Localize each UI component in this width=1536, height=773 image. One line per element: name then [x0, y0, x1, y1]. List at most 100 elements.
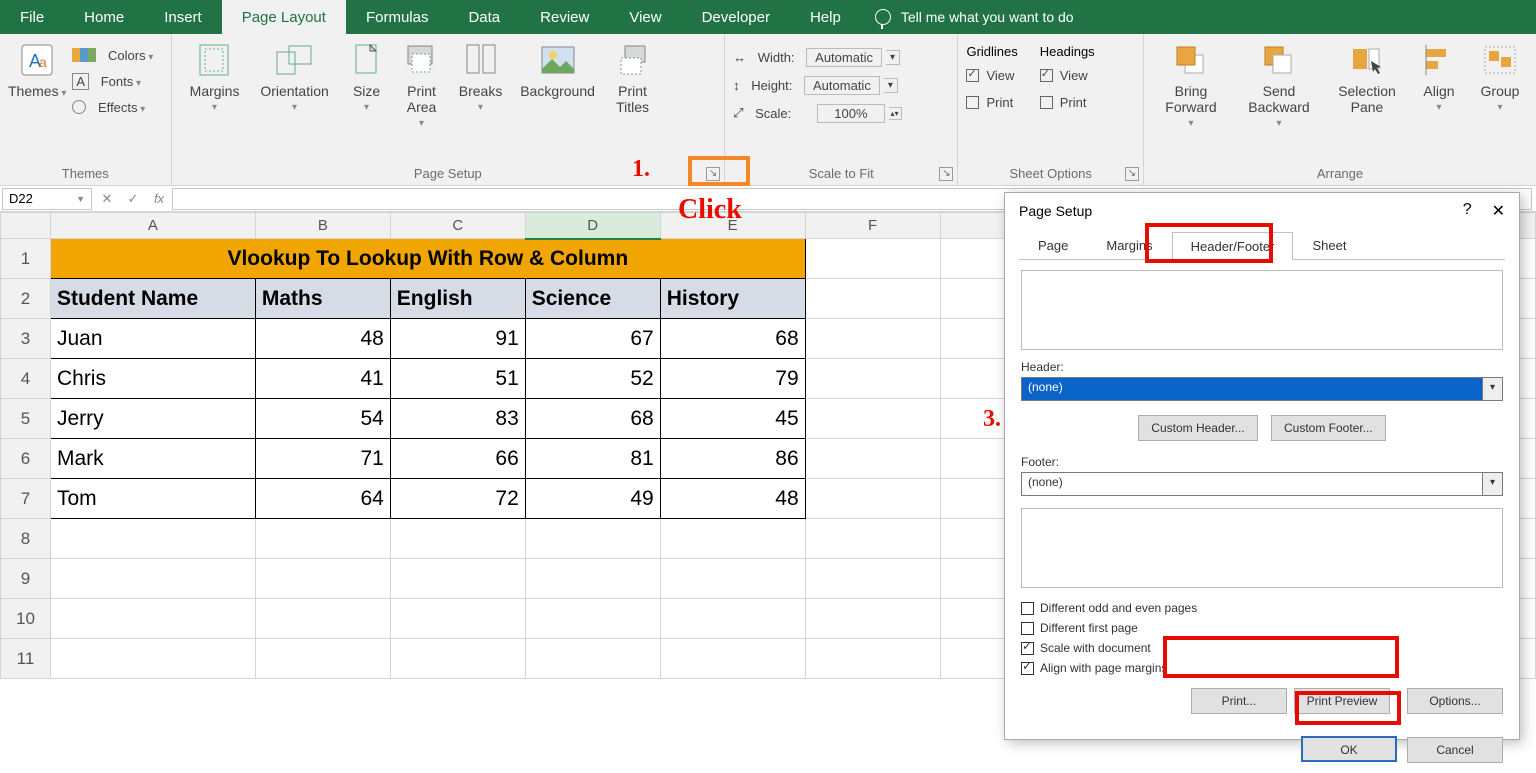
selection-pane-button[interactable]: Selection Pane	[1328, 40, 1406, 115]
row-header-11[interactable]: 11	[1, 639, 51, 679]
margins-button[interactable]: Margins	[180, 40, 250, 113]
cell-D5[interactable]: 68	[525, 399, 660, 439]
cell-C7[interactable]: 72	[390, 479, 525, 519]
cell-D6[interactable]: 81	[525, 439, 660, 479]
col-header-C[interactable]: C	[390, 213, 525, 239]
footer-combo[interactable]: (none) ▾	[1021, 472, 1503, 496]
dialog-help-icon[interactable]: ?	[1463, 201, 1472, 221]
gridlines-view-checkbox[interactable]: View	[966, 64, 1017, 86]
menu-developer[interactable]: Developer	[682, 0, 790, 34]
menu-page-layout[interactable]: Page Layout	[222, 0, 346, 34]
row-header-6[interactable]: 6	[1, 439, 51, 479]
cell-E5[interactable]: 45	[660, 399, 805, 439]
col-header-B[interactable]: B	[255, 213, 390, 239]
headings-print-checkbox[interactable]: Print	[1040, 91, 1095, 113]
col-header-D[interactable]: D	[525, 213, 660, 239]
print-button[interactable]: Print...	[1191, 688, 1287, 714]
hdr-student-name[interactable]: Student Name	[50, 279, 255, 319]
menu-data[interactable]: Data	[448, 0, 520, 34]
cancel-button[interactable]: Cancel	[1407, 737, 1503, 763]
cell-A6[interactable]: Mark	[50, 439, 255, 479]
hdr-history[interactable]: History	[660, 279, 805, 319]
print-titles-button[interactable]: Print Titles	[604, 40, 662, 115]
menu-view[interactable]: View	[609, 0, 681, 34]
title-cell[interactable]: Vlookup To Lookup With Row & Column	[50, 239, 805, 279]
background-button[interactable]: Background	[512, 40, 604, 99]
gridlines-print-checkbox[interactable]: Print	[966, 91, 1017, 113]
footer-combo-dropdown[interactable]: ▾	[1483, 472, 1503, 496]
cell-D7[interactable]: 49	[525, 479, 660, 519]
menu-home[interactable]: Home	[64, 0, 144, 34]
custom-header-button[interactable]: Custom Header...	[1138, 415, 1257, 441]
width-value[interactable]: Automatic	[806, 48, 882, 67]
cell-B4[interactable]: 41	[255, 359, 390, 399]
row-header-5[interactable]: 5	[1, 399, 51, 439]
cell-C6[interactable]: 66	[390, 439, 525, 479]
cell-E3[interactable]: 68	[660, 319, 805, 359]
themes-button[interactable]: Aa Themes	[8, 40, 66, 99]
scale-launcher[interactable]: ↘	[939, 167, 953, 181]
cell-B6[interactable]: 71	[255, 439, 390, 479]
headings-view-checkbox[interactable]: View	[1040, 64, 1095, 86]
cell-C5[interactable]: 83	[390, 399, 525, 439]
hdr-science[interactable]: Science	[525, 279, 660, 319]
cell-E6[interactable]: 86	[660, 439, 805, 479]
ok-button[interactable]: OK	[1301, 736, 1397, 762]
cell-E7[interactable]: 48	[660, 479, 805, 519]
height-value[interactable]: Automatic	[804, 76, 880, 95]
tab-sheet[interactable]: Sheet	[1293, 231, 1365, 259]
cell-A4[interactable]: Chris	[50, 359, 255, 399]
row-header-4[interactable]: 4	[1, 359, 51, 399]
scale-value[interactable]: 100%	[817, 104, 884, 123]
header-combo[interactable]: (none) ▾	[1021, 377, 1503, 401]
row-header-8[interactable]: 8	[1, 519, 51, 559]
header-combo-dropdown[interactable]: ▾	[1483, 377, 1503, 401]
scale-spinner[interactable]: ▴▾	[889, 107, 902, 120]
colors-button[interactable]: Colors	[72, 44, 153, 66]
cancel-icon[interactable]: ✕	[94, 191, 120, 207]
menu-review[interactable]: Review	[520, 0, 609, 34]
orientation-button[interactable]: Orientation	[250, 40, 340, 113]
tab-margins[interactable]: Margins	[1087, 231, 1171, 259]
cb-diff-odd-even[interactable]: Different odd and even pages	[1021, 598, 1503, 618]
name-box[interactable]: D22▼	[2, 188, 92, 210]
fonts-button[interactable]: A Fonts	[72, 70, 153, 92]
cb-scale-doc[interactable]: Scale with document	[1021, 638, 1503, 658]
cell-C4[interactable]: 51	[390, 359, 525, 399]
cell-B5[interactable]: 54	[255, 399, 390, 439]
page-setup-launcher[interactable]: ↘	[706, 167, 720, 181]
cell-B3[interactable]: 48	[255, 319, 390, 359]
cell-D4[interactable]: 52	[525, 359, 660, 399]
effects-button[interactable]: Effects	[72, 96, 153, 118]
cell-D3[interactable]: 67	[525, 319, 660, 359]
select-all-corner[interactable]	[1, 213, 51, 239]
row-header-1[interactable]: 1	[1, 239, 51, 279]
breaks-button[interactable]: Breaks	[450, 40, 512, 113]
bring-forward-button[interactable]: Bring Forward	[1152, 40, 1230, 129]
cb-align-margins[interactable]: Align with page margins	[1021, 658, 1503, 678]
fx-icon[interactable]: fx	[146, 191, 172, 206]
tab-page[interactable]: Page	[1019, 231, 1087, 259]
tell-me-search[interactable]: Tell me what you want to do	[861, 0, 1088, 34]
col-header-A[interactable]: A	[50, 213, 255, 239]
cell-A7[interactable]: Tom	[50, 479, 255, 519]
menu-insert[interactable]: Insert	[144, 0, 222, 34]
menu-help[interactable]: Help	[790, 0, 861, 34]
cell-E4[interactable]: 79	[660, 359, 805, 399]
row-header-9[interactable]: 9	[1, 559, 51, 599]
cell-C3[interactable]: 91	[390, 319, 525, 359]
print-preview-button[interactable]: Print Preview	[1294, 688, 1391, 714]
col-header-F[interactable]: F	[805, 213, 940, 239]
row-header-2[interactable]: 2	[1, 279, 51, 319]
cell-B7[interactable]: 64	[255, 479, 390, 519]
group-button[interactable]: Group	[1472, 40, 1528, 113]
cb-diff-first[interactable]: Different first page	[1021, 618, 1503, 638]
enter-icon[interactable]: ✓	[120, 191, 146, 207]
col-header-E[interactable]: E	[660, 213, 805, 239]
size-button[interactable]: Size	[340, 40, 394, 113]
menu-file[interactable]: File	[0, 0, 64, 34]
hdr-english[interactable]: English	[390, 279, 525, 319]
width-dropdown[interactable]: ▾	[886, 50, 900, 65]
sheet-options-launcher[interactable]: ↘	[1125, 167, 1139, 181]
row-header-3[interactable]: 3	[1, 319, 51, 359]
